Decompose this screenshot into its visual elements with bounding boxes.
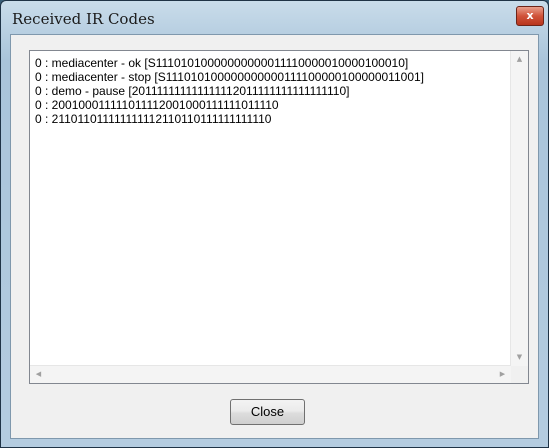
chevron-right-icon[interactable]: ▶ [494, 366, 511, 383]
list-item[interactable]: 0 : 200100011111011112001000111111011110 [35, 98, 506, 112]
title-bar[interactable]: Received IR Codes x [1, 1, 548, 34]
list-item[interactable]: 0 : mediacenter - stop [S111010100000000… [35, 70, 506, 84]
list-item[interactable]: 0 : mediacenter - ok [S11101010000000000… [35, 56, 506, 70]
scrollbar-corner [511, 366, 528, 383]
list-item[interactable]: 0 : demo - pause [2011111111111111120111… [35, 84, 506, 98]
horizontal-scrollbar[interactable]: ◀ ▶ [30, 365, 511, 383]
chevron-up-icon[interactable]: ▲ [511, 51, 528, 68]
dialog-client-area: 0 : mediacenter - ok [S11101010000000000… [10, 34, 539, 439]
list-item[interactable]: 0 : 211011011111111112110110111111111110 [35, 112, 506, 126]
chevron-left-icon[interactable]: ◀ [30, 366, 47, 383]
dialog-window: Received IR Codes x 0 : mediacenter - ok… [0, 0, 549, 448]
vertical-scrollbar[interactable]: ▲ ▼ [510, 51, 528, 366]
codes-list: 0 : mediacenter - ok [S11101010000000000… [35, 56, 506, 126]
window-title: Received IR Codes [12, 10, 155, 28]
close-button[interactable]: Close [230, 399, 305, 425]
chevron-down-icon[interactable]: ▼ [511, 349, 528, 366]
close-window-button[interactable]: x [516, 6, 544, 26]
ir-codes-listbox[interactable]: 0 : mediacenter - ok [S11101010000000000… [29, 50, 529, 384]
